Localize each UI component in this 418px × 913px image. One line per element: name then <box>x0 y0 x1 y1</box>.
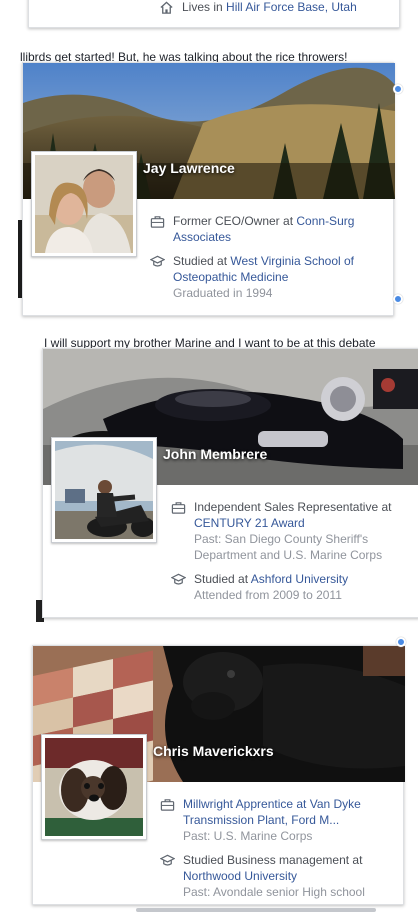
graduation-cap-icon <box>150 255 165 267</box>
online-indicator <box>393 294 403 304</box>
hovercard-chris-maverickxrs: Chris Maverickxrs Millwright Apprentice … <box>32 645 405 905</box>
graduation-cap-icon <box>160 854 175 866</box>
edu-prefix: Studied at <box>194 572 249 586</box>
avatar[interactable] <box>41 734 147 840</box>
work-row: Former CEO/Owner at Conn-Surg Associates <box>150 213 380 245</box>
work-link[interactable]: Millwright Apprentice at Van Dyke Transm… <box>183 797 361 827</box>
avatar[interactable] <box>51 437 157 543</box>
profile-name[interactable]: Jay Lawrence <box>143 160 235 176</box>
graduation-cap-icon <box>171 573 186 585</box>
edu-prefix: Studied at <box>173 254 228 268</box>
scrollbar[interactable] <box>136 908 376 912</box>
work-row: Independent Sales Representative at CENT… <box>171 499 407 563</box>
edu-detail: Past: Avondale senior High school <box>183 885 365 899</box>
lives-place-link[interactable]: Hill Air Force Base, Utah <box>226 0 357 14</box>
profile-name[interactable]: Chris Maverickxrs <box>153 743 274 759</box>
avatar[interactable] <box>31 151 137 257</box>
work-past: Past: San Diego County Sheriff's Departm… <box>194 532 383 562</box>
edu-place-link[interactable]: Ashford University <box>251 572 348 586</box>
edu-prefix: Studied Business management at <box>183 853 363 867</box>
briefcase-icon <box>160 799 175 811</box>
education-row: Studied Business management at Northwood… <box>160 852 390 900</box>
profile-card-partial: Lives in Hill Air Force Base, Utah <box>28 0 400 28</box>
online-indicator <box>396 637 406 647</box>
edu-detail: Attended from 2009 to 2011 <box>194 588 342 602</box>
education-row: Studied at West Virginia School of Osteo… <box>150 253 380 301</box>
online-indicator <box>393 84 403 94</box>
work-prefix: Independent Sales Representative at <box>194 500 392 514</box>
work-past: Past: U.S. Marine Corps <box>183 829 313 843</box>
briefcase-icon <box>150 216 165 228</box>
profile-name[interactable]: John Membrere <box>163 446 267 462</box>
home-icon <box>160 1 173 14</box>
work-row: Millwright Apprentice at Van Dyke Transm… <box>160 796 390 844</box>
hovercard-john-membrere: John Membrere Independent Sales Represen… <box>42 348 418 618</box>
briefcase-icon <box>171 502 186 514</box>
edu-detail: Graduated in 1994 <box>173 286 273 300</box>
edu-place-link[interactable]: Northwood University <box>183 869 297 883</box>
education-row: Studied at Ashford University Attended f… <box>171 571 407 603</box>
hovercard-jay-lawrence: Jay Lawrence Former CEO/Owner at Conn-Su… <box>22 62 395 316</box>
work-prefix: Former CEO/Owner at <box>173 214 294 228</box>
work-place-link[interactable]: CENTURY 21 Award <box>194 516 305 530</box>
lives-row: Lives in Hill Air Force Base, Utah <box>159 0 357 15</box>
lives-prefix: Lives in <box>182 0 223 14</box>
